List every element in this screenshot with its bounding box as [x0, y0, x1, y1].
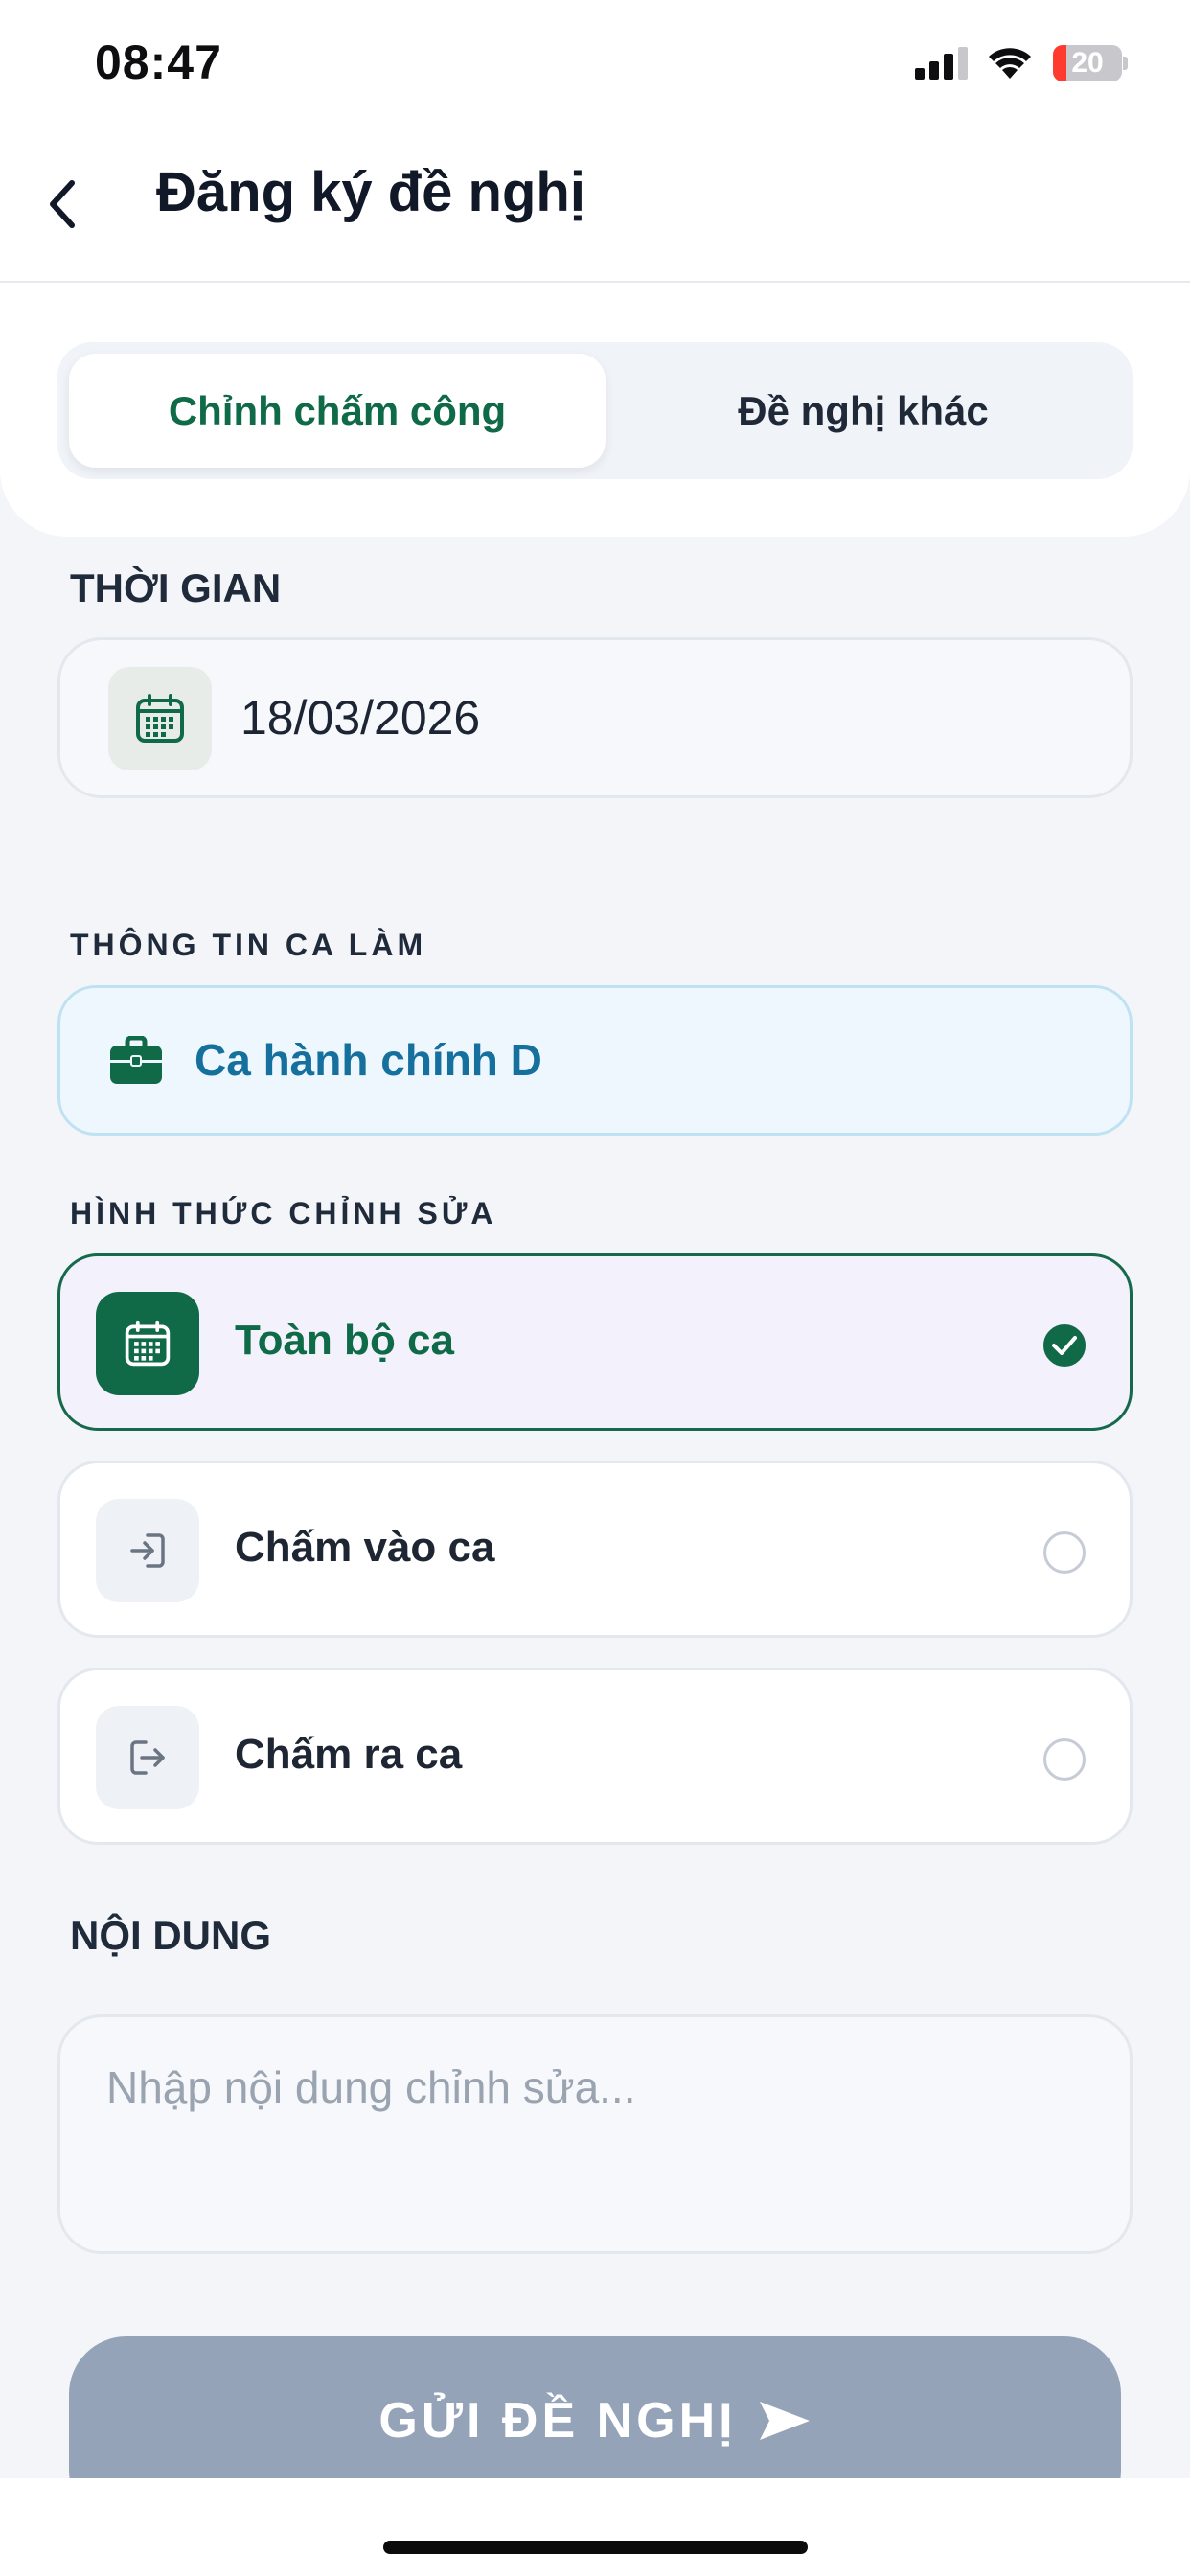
radio-checked[interactable] — [1043, 1324, 1086, 1367]
radio-unchecked[interactable] — [1043, 1531, 1086, 1574]
battery-indicator: 20 — [1053, 45, 1128, 81]
shift-info-box: Ca hành chính D — [57, 985, 1133, 1136]
wifi-icon — [989, 48, 1031, 79]
option-check-in[interactable]: Chấm vào ca — [57, 1460, 1133, 1638]
bottom-safe-area — [0, 2478, 1190, 2576]
cellular-signal-icon — [915, 47, 968, 80]
login-icon — [96, 1499, 199, 1602]
option-check-out[interactable]: Chấm ra ca — [57, 1668, 1133, 1845]
send-icon — [759, 2402, 810, 2440]
chevron-left-icon — [50, 180, 75, 228]
calendar-icon — [96, 1292, 199, 1395]
battery-level: 20 — [1071, 47, 1104, 79]
calendar-icon — [108, 667, 212, 770]
tab-other-request[interactable]: Đề nghị khác — [606, 354, 1121, 468]
option-label: Toàn bộ ca — [235, 1317, 454, 1364]
home-indicator — [383, 2541, 808, 2554]
date-value: 18/03/2026 — [240, 691, 481, 745]
option-full-shift[interactable]: Toàn bộ ca — [57, 1254, 1133, 1431]
segmented-control: Chỉnh chấm công Đề nghị khác — [57, 342, 1133, 479]
page-title: Đăng ký đề nghị — [156, 161, 585, 223]
status-time: 08:47 — [95, 35, 222, 89]
app-header: Đăng ký đề nghị — [0, 129, 1190, 283]
date-picker-field[interactable]: 18/03/2026 — [57, 637, 1133, 798]
status-bar: 08:47 20 — [0, 0, 1190, 129]
option-label: Chấm ra ca — [235, 1731, 463, 1778]
content-section-label: NỘI DUNG — [70, 1913, 271, 1958]
back-button[interactable] — [38, 166, 86, 242]
tab-attendance-adjust[interactable]: Chỉnh chấm công — [69, 354, 606, 468]
radio-unchecked[interactable] — [1043, 1738, 1086, 1781]
content-textarea[interactable] — [106, 2061, 1064, 2215]
logout-icon — [96, 1706, 199, 1809]
time-section-label: THỜI GIAN — [70, 565, 282, 610]
shift-section-label: THÔNG TIN CA LÀM — [70, 928, 427, 962]
briefcase-icon — [110, 1036, 162, 1084]
shift-name: Ca hành chính D — [195, 1035, 542, 1085]
check-icon — [1052, 1336, 1077, 1355]
submit-label: GỬI ĐỀ NGHỊ — [378, 2393, 737, 2449]
content-field — [57, 2014, 1133, 2254]
tab-card: Chỉnh chấm công Đề nghị khác — [0, 283, 1190, 537]
option-label: Chấm vào ca — [235, 1524, 495, 1571]
mode-section-label: HÌNH THỨC CHỈNH SỬA — [70, 1196, 497, 1230]
